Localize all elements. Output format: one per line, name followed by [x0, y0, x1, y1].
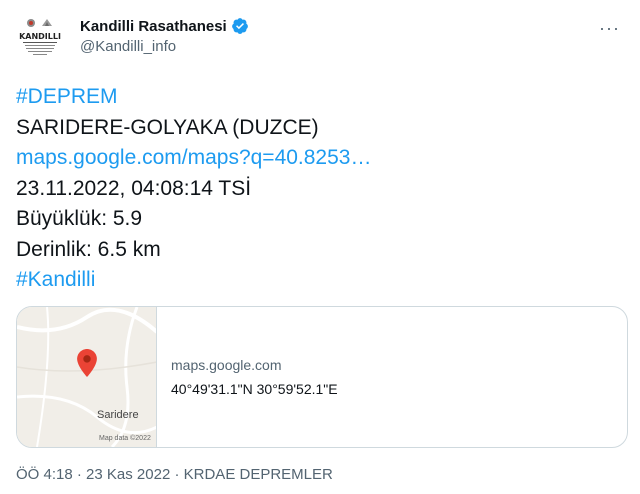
hashtag-deprem-link[interactable]: #DEPREM: [16, 85, 118, 108]
tweet-source-app[interactable]: KRDAE DEPREMLER: [184, 466, 333, 483]
link-preview-card[interactable]: Saridere Map data ©2022 maps.google.com …: [16, 306, 628, 448]
meta-separator: ·: [72, 466, 87, 483]
author-info: Kandilli Rasathanesi @Kandilli_info: [80, 16, 249, 55]
meta-separator-2: ·: [170, 466, 184, 483]
card-coordinates: 40°49'31.1"N 30°59'52.1"E: [171, 381, 338, 397]
tweet-header: KANDILLI Kandilli Rasathanesi @Kandilli_…: [16, 12, 624, 60]
tweet-time[interactable]: ÖÖ 4:18: [16, 466, 73, 483]
kandilli-logo-icon: KANDILLI: [16, 12, 64, 60]
map-pin-icon: [77, 349, 97, 377]
location-text: SARIDERE-GOLYAKA (DUZCE): [16, 115, 319, 139]
verified-badge-icon: [231, 18, 248, 34]
magnitude-text: Büyüklük: 5.9: [16, 207, 143, 230]
tweet-meta: ÖÖ 4:18 · 23 Kas 2022 · KRDAE DEPREMLER: [16, 466, 333, 483]
card-body: maps.google.com 40°49'31.1"N 30°59'52.1"…: [157, 307, 338, 447]
author-handle[interactable]: @Kandilli_info: [80, 38, 249, 55]
map-roads: [17, 307, 156, 447]
more-options-icon[interactable]: ···: [599, 18, 620, 39]
map-credit: Map data ©2022: [99, 435, 151, 442]
card-domain: maps.google.com: [171, 357, 282, 373]
avatar[interactable]: KANDILLI: [16, 12, 64, 60]
maps-url-link[interactable]: maps.google.com/maps?q=40.8253…: [16, 146, 371, 169]
map-place-label: Saridere: [97, 409, 139, 421]
avatar-logo-text: KANDILLI: [19, 32, 61, 41]
hashtag-kandilli-link[interactable]: #Kandilli: [16, 268, 95, 291]
author-name[interactable]: Kandilli Rasathanesi: [80, 18, 227, 35]
map-thumbnail: Saridere Map data ©2022: [17, 307, 157, 447]
tweet-date[interactable]: 23 Kas 2022: [86, 466, 170, 483]
tweet-text: #DEPREM SARIDERE-GOLYAKA (DUZCE) maps.go…: [16, 82, 616, 296]
depth-text: Derinlik: 6.5 km: [16, 237, 161, 261]
datetime-text: 23.11.2022, 04:08:14 TSİ: [16, 176, 252, 200]
